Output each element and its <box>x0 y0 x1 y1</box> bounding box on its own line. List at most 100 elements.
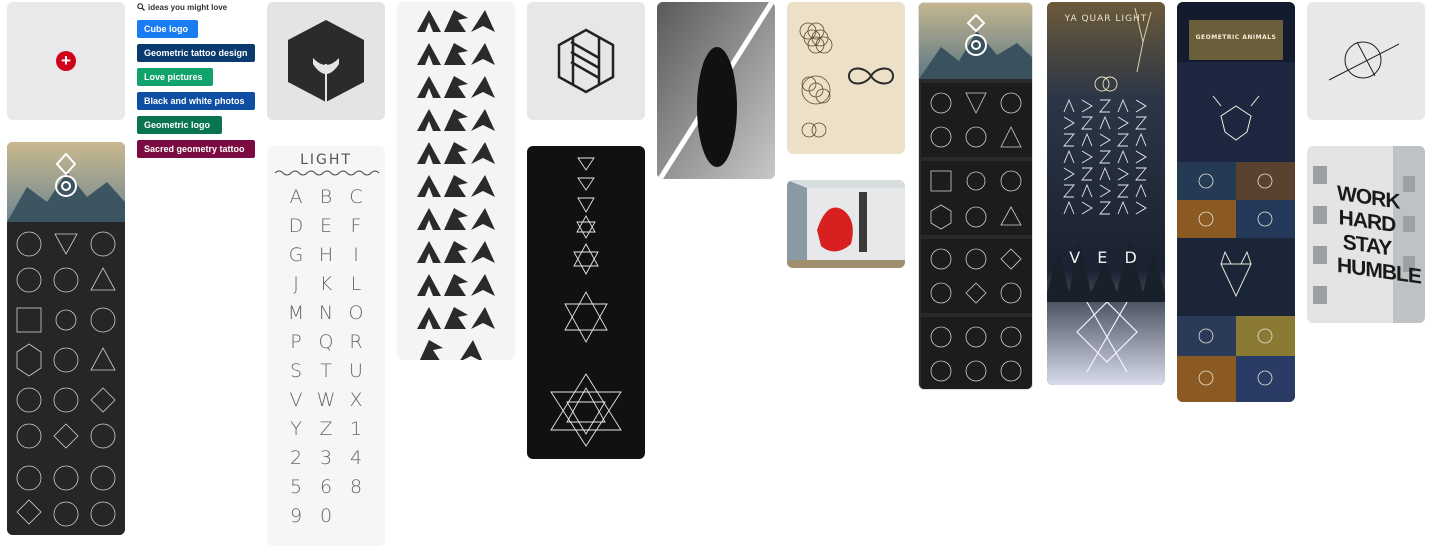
font-glyph: Y <box>290 418 302 440</box>
cube-image <box>288 20 364 102</box>
geometric-letter <box>444 241 468 263</box>
geometric-letter <box>471 175 495 197</box>
font-glyph: 2 <box>289 447 303 469</box>
chip-love-pictures[interactable]: Love pictures <box>137 68 213 86</box>
hex-logo-pin[interactable] <box>527 2 645 120</box>
geometric-letter <box>417 10 441 32</box>
chip-cube-logo[interactable]: Cube logo <box>137 20 198 38</box>
wall-mural-pin[interactable] <box>787 180 905 268</box>
geometric-letter <box>471 208 495 230</box>
geometric-letter <box>444 109 468 131</box>
typography-pin[interactable]: WORK HARD STAY HUMBLE <box>1307 146 1425 323</box>
flower-of-life-image <box>799 22 895 138</box>
font-glyph: N <box>318 302 334 324</box>
vertical-poster-image <box>1047 2 1165 385</box>
light-beam-photo <box>657 2 775 179</box>
geometric-letter <box>471 10 495 32</box>
geometric-letter <box>444 43 468 65</box>
hex-logo-image <box>557 28 615 94</box>
chip-geometric-tattoo-design[interactable]: Geometric tattoo design <box>137 44 255 62</box>
geometric-letter <box>419 340 443 360</box>
planet-sketch-image <box>1328 41 1400 81</box>
add-pin-tile[interactable]: + <box>7 2 125 120</box>
geometric-letter <box>471 76 495 98</box>
geometric-letter <box>417 142 441 164</box>
font-glyph: W <box>316 389 336 411</box>
ideas-heading-text: ideas you might love <box>148 2 228 12</box>
geometric-letter <box>444 76 468 98</box>
geometric-letter <box>471 109 495 131</box>
flower-of-life-pin[interactable] <box>787 2 905 154</box>
ideas-you-might-love: ideas you might love Cube logo Geometric… <box>137 2 257 164</box>
font-glyph: A <box>289 186 303 208</box>
planet-sketch-pin[interactable] <box>1307 2 1425 120</box>
geometric-letters-image <box>417 10 495 360</box>
geometric-letter <box>471 274 495 296</box>
vertical-poster-pin[interactable]: YA QUAR LIGHT V E D <box>1047 2 1165 385</box>
geometric-letter <box>444 10 468 32</box>
font-glyph: Q <box>318 331 334 353</box>
geometric-letter <box>444 274 468 296</box>
ideas-heading: ideas you might love <box>137 2 257 12</box>
font-glyph: T <box>320 360 332 382</box>
font-glyph: I <box>353 244 359 266</box>
geometric-letter <box>417 175 441 197</box>
geometric-animals-title: GEOMETRIC ANIMALS <box>1195 34 1277 41</box>
geometric-letter <box>471 307 495 329</box>
geometric-letter <box>417 208 441 230</box>
geometric-letter <box>417 241 441 263</box>
font-glyph: R <box>349 331 363 353</box>
sacred-geometry-set-pin[interactable] <box>918 2 1033 390</box>
add-icon[interactable]: + <box>56 51 76 71</box>
geometric-letter <box>417 274 441 296</box>
font-glyph: E <box>319 215 332 237</box>
chip-black-and-white-photos[interactable]: Black and white photos <box>137 92 255 110</box>
poster-bottom-text: V E D <box>1069 248 1143 267</box>
light-font-pin[interactable]: LIGHT ABC DEF GHI JKL MNO PQR STU VWX YZ1 234 568 9… <box>267 146 385 546</box>
font-glyph: 5 <box>289 476 303 498</box>
pin-grid: + ideas you might love Cube logo Geometr… <box>0 0 1434 559</box>
font-glyph: J <box>293 273 299 295</box>
geometric-letter <box>417 109 441 131</box>
geometric-animals-pin[interactable]: GEOMETRIC ANIMALS <box>1177 2 1295 402</box>
chip-sacred-geometry-tattoo[interactable]: Sacred geometry tattoo <box>137 140 255 158</box>
chip-geometric-logo[interactable]: Geometric logo <box>137 116 222 134</box>
font-glyph: V <box>289 389 303 411</box>
geometric-letter <box>444 307 468 329</box>
cube-logo-pin[interactable] <box>267 2 385 120</box>
geometric-letter <box>444 208 468 230</box>
wall-mural-photo <box>787 180 905 268</box>
black-white-photo-pin[interactable] <box>657 2 775 179</box>
geometric-letter <box>460 340 483 360</box>
poster-title: YA QUAR LIGHT <box>1064 14 1148 24</box>
geometric-letter <box>471 241 495 263</box>
font-glyph: D <box>288 215 304 237</box>
font-glyph: X <box>349 389 363 411</box>
font-glyph: U <box>349 360 363 382</box>
font-glyph: 4 <box>349 447 363 469</box>
geometric-letter <box>444 175 468 197</box>
font-glyph: M <box>287 302 305 324</box>
sacred-geometry-symbols-pin[interactable] <box>7 142 125 535</box>
font-glyph: 3 <box>319 447 333 469</box>
geometric-animals-image <box>1177 2 1295 402</box>
font-glyph: S <box>289 360 303 382</box>
geometric-letters-pin[interactable] <box>397 2 515 360</box>
geometric-letter <box>417 76 441 98</box>
font-glyph: P <box>290 331 302 353</box>
font-glyph: H <box>318 244 334 266</box>
font-glyph: Z <box>319 418 333 440</box>
font-glyph: C <box>349 186 363 208</box>
font-glyph: 1 <box>349 418 363 440</box>
triangle-progression-pin[interactable] <box>527 146 645 459</box>
font-glyph: B <box>319 186 333 208</box>
wave-divider <box>274 170 380 176</box>
font-glyph: 6 <box>319 476 333 498</box>
geometric-letter <box>444 142 468 164</box>
geometric-letter <box>471 142 495 164</box>
typography-text: WORK HARD STAY HUMBLE <box>1337 182 1421 289</box>
font-glyph: 8 <box>349 476 363 498</box>
sacred-geometry-set-image <box>919 3 1032 389</box>
geometric-letter <box>471 43 495 65</box>
font-glyph: K <box>319 273 333 295</box>
